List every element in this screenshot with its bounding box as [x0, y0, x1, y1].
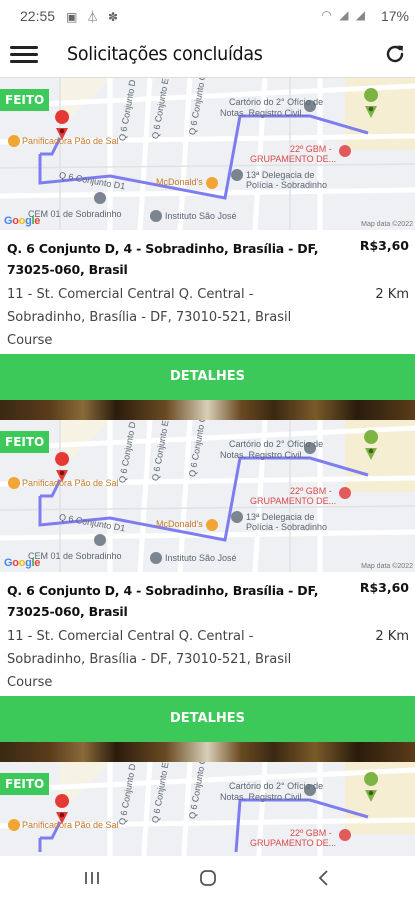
destination-suffix: Course [7, 333, 53, 348]
destination-address: 11 - St. Comercial Central Q. Central - … [7, 625, 327, 694]
origin-address: Q. 6 Conjunto D, 4 - Sobradinho, Brasíli… [7, 583, 319, 619]
menu-icon[interactable] [10, 42, 38, 66]
status-badge: FEITO [0, 773, 50, 795]
map-attribution: Map data ©2022 [361, 221, 413, 228]
map-label-panificadora: Panificadora Pão de Sal [22, 820, 119, 830]
refresh-icon[interactable] [383, 42, 407, 66]
map-label-cem: CEM 01 de Sobradinho [28, 209, 122, 219]
map-label-instituto: Instituto São José [165, 553, 237, 563]
map-label-gbm: 22º GBM - [290, 144, 332, 154]
map-label-cartorio: Cartório do 2° Ofício de [229, 781, 324, 791]
battery-level: 17% [380, 8, 409, 24]
back-icon[interactable] [312, 866, 336, 890]
status-bar: 22:55 ▣ ⏃ ✽ ◠ ◢ ◢ 17% [0, 0, 415, 32]
map-attribution: Map data ©2022 [361, 563, 413, 570]
background-strip [0, 400, 415, 420]
notification-icons: ▣ ⏃ ✽ [66, 10, 122, 24]
map-label-panificadora: Panificadora Pão de Sal [22, 136, 119, 146]
destination-address: 11 - St. Comercial Central Q. Central - … [7, 283, 327, 352]
map-label-mcdonalds: McDonald's [156, 177, 203, 187]
details-button[interactable]: DETALHES [0, 696, 415, 742]
request-list[interactable]: FEITO Cartório do 2° Ofício de Notas, Re… [0, 78, 415, 856]
map-label-instituto: Instituto São José [165, 211, 237, 221]
route-map[interactable]: FEITO Cartório do 2° Ofício de Notas, Re… [0, 420, 415, 572]
status-badge: FEITO [0, 431, 50, 453]
map-label-cartorio: Cartório do 2° Ofício de [229, 97, 324, 107]
request-card: FEITO Cartório do 2° Ofício de Notas, Re… [0, 78, 415, 420]
map-label-cartorio-2: Notas, Registro Civil... [220, 450, 310, 460]
page-title: Solicitações concluídas [67, 43, 263, 65]
route-map[interactable]: FEITO Cartório do 2° Ofício de Notas, Re… [0, 762, 415, 856]
map-label-gbm-2: GRUPAMENTO DE... [250, 838, 337, 848]
destination-text: 11 - St. Comercial Central Q. Central - … [7, 629, 292, 667]
map-background [0, 762, 415, 856]
signal-icons: ◠ ◢ ◢ [321, 8, 367, 22]
destination-suffix: Course [7, 675, 53, 690]
background-strip [0, 742, 415, 762]
app-bar: Solicitações concluídas [0, 32, 415, 78]
map-label-cem: CEM 01 de Sobradinho [28, 551, 122, 561]
map-label-delegacia-2: Polícia - Sobradinho [246, 522, 328, 532]
map-label-panificadora: Panificadora Pão de Sal [22, 478, 119, 488]
request-info: Q. 6 Conjunto D, 4 - Sobradinho, Brasíli… [0, 230, 415, 354]
request-card: FEITO Cartório do 2° Ofício de Notas, Re… [0, 420, 415, 762]
map-background [0, 420, 415, 572]
map-label-cartorio-2: Notas, Registro Civil... [220, 792, 310, 802]
request-card: FEITO Cartório do 2° Ofício de Notas, Re… [0, 762, 415, 856]
distance: 2 Km [375, 629, 409, 644]
price: R$3,60 [359, 580, 409, 595]
status-badge: FEITO [0, 89, 50, 111]
route-map[interactable]: FEITO Cartório do 2° Ofício de Notas, Re… [0, 78, 415, 230]
request-info: Q. 6 Conjunto D, 4 - Sobradinho, Brasíli… [0, 572, 415, 696]
map-background [0, 78, 415, 230]
distance: 2 Km [375, 287, 409, 302]
details-button[interactable]: DETALHES [0, 354, 415, 400]
map-label-mcdonalds: McDonald's [156, 519, 203, 529]
map-label-gbm-2: GRUPAMENTO DE... [250, 154, 337, 164]
google-logo: Google [4, 557, 41, 569]
map-label-gbm-2: GRUPAMENTO DE... [250, 496, 337, 506]
destination-text: 11 - St. Comercial Central Q. Central - … [7, 287, 292, 325]
system-nav-bar [0, 856, 415, 900]
origin-address: Q. 6 Conjunto D, 4 - Sobradinho, Brasíli… [7, 241, 319, 277]
home-icon[interactable] [196, 866, 220, 890]
map-label-delegacia: 13ª Delegacia de [246, 170, 315, 180]
map-label-cartorio: Cartório do 2° Ofício de [229, 439, 324, 449]
map-label-delegacia-2: Polícia - Sobradinho [246, 180, 328, 190]
map-label-gbm: 22º GBM - [290, 486, 332, 496]
google-logo: Google [4, 215, 41, 227]
recents-icon[interactable] [80, 866, 104, 890]
map-label-gbm: 22º GBM - [290, 828, 332, 838]
map-label-delegacia: 13ª Delegacia de [246, 512, 315, 522]
price: R$3,60 [359, 238, 409, 253]
map-label-cartorio-2: Notas, Registro Civil... [220, 108, 310, 118]
status-time: 22:55 [20, 8, 56, 24]
